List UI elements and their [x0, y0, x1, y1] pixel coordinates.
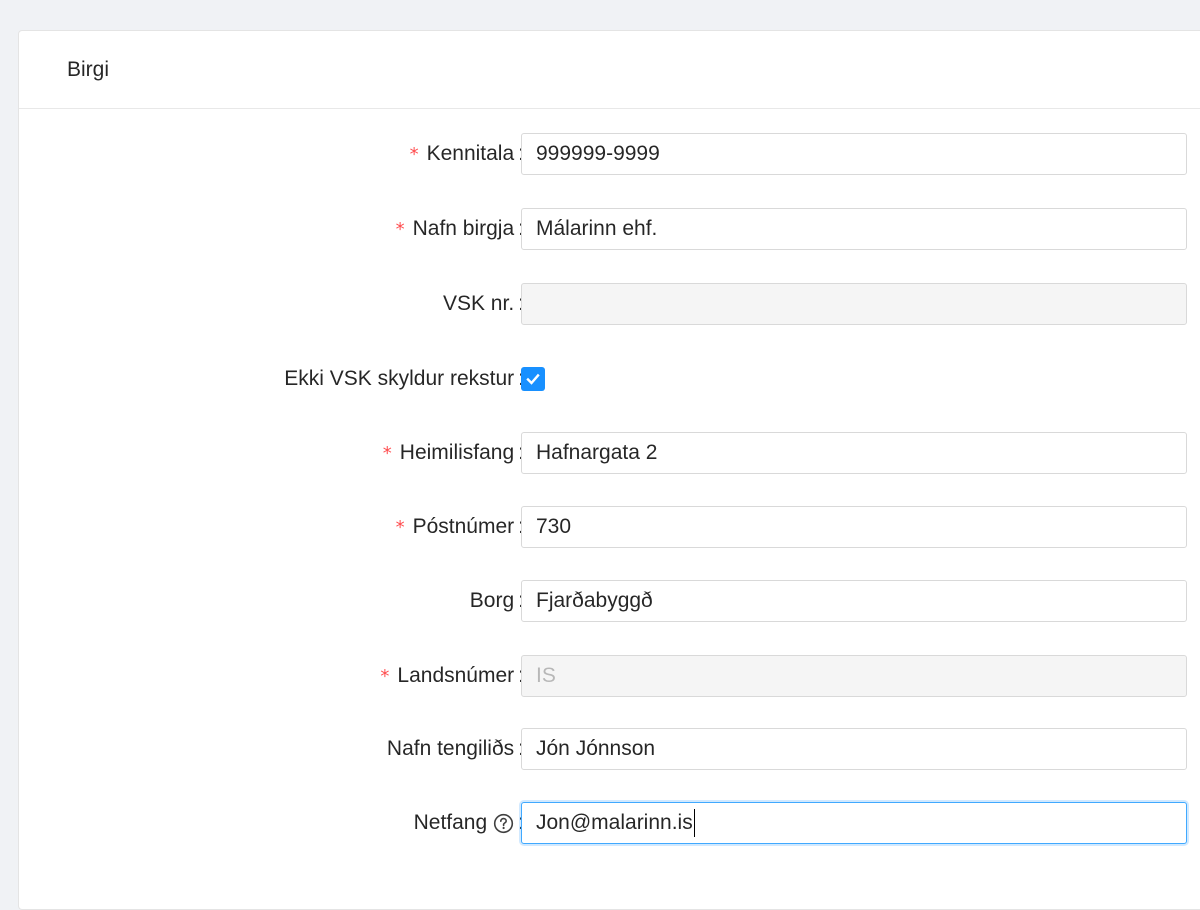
required-mark: * — [380, 665, 390, 687]
supplier-card: Birgi * Kennitala : * Nafn birgja : VSK … — [18, 30, 1200, 910]
kennitala-input[interactable] — [521, 133, 1187, 175]
nafn-birgja-input[interactable] — [521, 208, 1187, 250]
landsnumer-input[interactable] — [521, 655, 1187, 697]
nafn-birgja-label-text: Nafn birgja — [412, 217, 515, 240]
netfang-input-value: Jon@malarinn.is — [536, 811, 693, 834]
form-row-netfang: Netfang : Jon@malarinn.is — [19, 802, 1200, 844]
borg-label-text: Borg — [469, 589, 515, 612]
required-mark: * — [382, 442, 392, 464]
kennitala-label: * Kennitala : — [410, 133, 524, 175]
postnumer-input[interactable] — [521, 506, 1187, 548]
borg-input[interactable] — [521, 580, 1187, 622]
netfang-label-text: Netfang — [413, 811, 488, 834]
heimilisfang-input[interactable] — [521, 432, 1187, 474]
nafn-birgja-label: * Nafn birgja : — [396, 208, 524, 250]
question-circle-icon[interactable] — [493, 813, 514, 834]
vsk-nr-input[interactable] — [521, 283, 1187, 325]
nafn-tengilids-label-text: Nafn tengiliðs — [386, 737, 515, 760]
form-row-nafn-tengilids: Nafn tengiliðs : — [19, 728, 1200, 770]
form-row-kennitala: * Kennitala : — [19, 133, 1200, 175]
card-title: Birgi — [67, 57, 110, 81]
nafn-tengilids-input[interactable] — [521, 728, 1187, 770]
checkmark-icon — [526, 373, 540, 385]
ekki-vsk-checkbox[interactable] — [521, 367, 545, 391]
form-row-borg: Borg : — [19, 580, 1200, 622]
form-row-vsk-nr: VSK nr. : — [19, 283, 1200, 325]
form-row-heimilisfang: * Heimilisfang : — [19, 432, 1200, 474]
vsk-nr-label: VSK nr. : — [443, 283, 524, 325]
required-mark: * — [395, 218, 405, 240]
netfang-input[interactable]: Jon@malarinn.is — [521, 802, 1187, 844]
heimilisfang-label-text: Heimilisfang — [399, 441, 515, 464]
required-mark: * — [395, 516, 405, 538]
vsk-nr-label-text: VSK nr. — [442, 292, 515, 315]
postnumer-label-text: Póstnúmer — [412, 515, 515, 538]
nafn-tengilids-label: Nafn tengiliðs : — [387, 728, 524, 770]
heimilisfang-label: * Heimilisfang : — [383, 432, 524, 474]
netfang-label: Netfang : — [414, 802, 524, 844]
card-header: Birgi — [19, 31, 1200, 109]
landsnumer-label: * Landsnúmer : — [380, 655, 524, 697]
ekki-vsk-label: Ekki VSK skyldur rekstur : — [284, 358, 524, 400]
required-mark: * — [409, 143, 419, 165]
postnumer-label: * Póstnúmer : — [396, 506, 524, 548]
ekki-vsk-label-text: Ekki VSK skyldur rekstur — [284, 367, 515, 390]
form-row-landsnumer: * Landsnúmer : — [19, 655, 1200, 697]
text-cursor — [693, 809, 695, 837]
form-row-ekki-vsk: Ekki VSK skyldur rekstur : — [19, 358, 1200, 400]
form-row-nafn-birgja: * Nafn birgja : — [19, 208, 1200, 250]
kennitala-label-text: Kennitala — [426, 142, 515, 165]
borg-label: Borg : — [470, 580, 524, 622]
landsnumer-label-text: Landsnúmer — [397, 664, 515, 687]
form-row-postnumer: * Póstnúmer : — [19, 506, 1200, 548]
